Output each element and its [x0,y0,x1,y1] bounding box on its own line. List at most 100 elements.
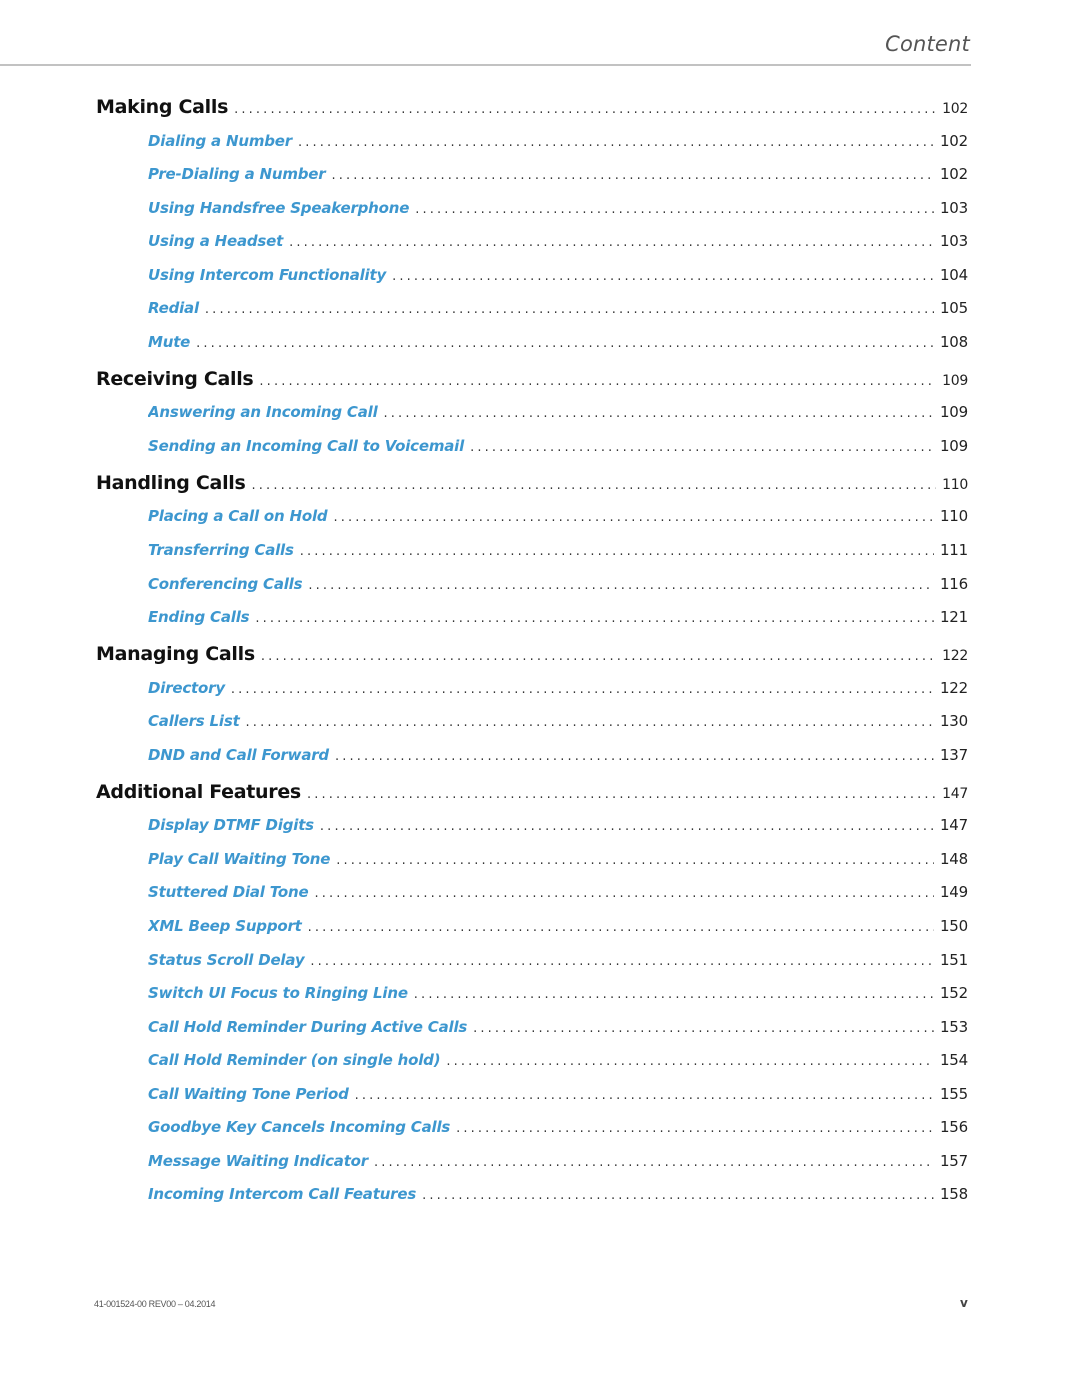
toc-page-number: 116 [939,575,968,593]
dot-leader [333,510,934,525]
toc-entry-label: Incoming Intercom Call Features [148,1185,417,1203]
toc-page-number: 104 [939,266,968,284]
toc-entry-label: Message Waiting Indicator [148,1152,368,1170]
toc-subsection-link[interactable]: XML Beep Support 150 [148,917,968,935]
toc-entry-label: Pre-Dialing a Number [148,165,326,183]
toc-entry-label: Using a Headset [148,232,284,250]
toc-subsection-link[interactable]: Call Hold Reminder During Active Calls 15… [148,1018,968,1036]
dot-leader [246,715,934,730]
dot-leader [300,544,934,559]
toc-page-number: 152 [939,984,968,1002]
toc-page-number: 110 [939,507,968,525]
toc-entry-label: Ending Calls [148,608,250,626]
toc-subsection-link[interactable]: Goodbye Key Cancels Incoming Calls 156 [148,1118,968,1136]
toc-section-entry[interactable]: Handling Calls 110 [96,472,968,494]
toc-subsection-link[interactable]: Call Hold Reminder (on single hold) 154 [148,1051,968,1069]
toc-subsection-link[interactable]: Stuttered Dial Tone 149 [148,883,968,901]
toc-page-number: 155 [939,1085,968,1103]
toc-page-number: 111 [939,541,968,559]
toc-page-number: 158 [939,1185,968,1203]
toc-subsection-link[interactable]: Directory 122 [148,679,968,697]
dot-leader [422,1188,934,1203]
toc-subsection-link[interactable]: Call Waiting Tone Period 155 [148,1085,968,1103]
toc-page-number: 110 [942,477,968,493]
toc-subsection-link[interactable]: Using Handsfree Speakerphone 103 [148,199,968,217]
toc-subsection-link[interactable]: Conferencing Calls 116 [148,575,968,593]
toc-page-number: 147 [939,816,968,834]
toc-page-number: 147 [942,786,968,802]
toc-subsection-link[interactable]: Mute 108 [148,333,968,351]
toc-entry-label: Directory [148,679,225,697]
toc-entry-label: Placing a Call on Hold [148,507,328,525]
toc-subsection-link[interactable]: Play Call Waiting Tone 148 [148,850,968,868]
toc-entry-label: Call Waiting Tone Period [148,1085,349,1103]
toc-subsection-link[interactable]: DND and Call Forward 137 [148,746,968,764]
toc-page-number: 154 [939,1051,968,1069]
toc-section-entry[interactable]: Additional Features 147 [96,781,968,803]
dot-leader [261,649,936,664]
page-header-title: Content [885,32,970,56]
dot-leader [234,102,936,117]
toc-subsection-link[interactable]: Sending an Incoming Call to Voicemail 109 [148,437,968,455]
toc-page-number: 153 [939,1018,968,1036]
toc-subsection-link[interactable]: Transferring Calls 111 [148,541,968,559]
dot-leader [310,954,934,969]
toc-subsection-link[interactable]: Placing a Call on Hold 110 [148,507,968,525]
toc-entry-label: Display DTMF Digits [148,816,314,834]
toc-page-number: 150 [939,917,968,935]
dot-leader [374,1155,934,1170]
toc-entry-label: Conferencing Calls [148,575,303,593]
toc-entry-label: Call Hold Reminder During Active Calls [148,1018,468,1036]
toc-page-number: 122 [939,679,968,697]
toc-entry-label: Callers List [148,712,240,730]
toc-page-number: 137 [939,746,968,764]
toc-page-number: 102 [942,101,968,117]
toc-entry-label: Using Intercom Functionality [148,266,387,284]
toc-page-number: 148 [939,850,968,868]
toc-subsection-link[interactable]: Using Intercom Functionality 104 [148,266,968,284]
toc-page-number: 103 [939,232,968,250]
dot-leader [336,853,934,868]
toc-section-entry[interactable]: Receiving Calls 109 [96,368,968,390]
toc-subsection-link[interactable]: Redial 105 [148,299,968,317]
dot-leader [320,819,934,834]
toc-entry-label: Answering an Incoming Call [148,403,378,421]
toc-subsection-link[interactable]: Display DTMF Digits 147 [148,816,968,834]
toc-page-number: 109 [939,437,968,455]
toc-entry-label: Call Hold Reminder (on single hold) [148,1051,441,1069]
dot-leader [289,235,934,250]
dot-leader [415,202,934,217]
toc-subsection-link[interactable]: Incoming Intercom Call Features 158 [148,1185,968,1203]
dot-leader [308,920,934,935]
dot-leader [205,302,934,317]
toc-subsection-link[interactable]: Callers List 130 [148,712,968,730]
toc-page-number: 122 [942,648,968,664]
dot-leader [298,135,934,150]
toc-subsection-link[interactable]: Answering an Incoming Call 109 [148,403,968,421]
toc-entry-label: Dialing a Number [148,132,292,150]
toc-subsection-link[interactable]: Ending Calls 121 [148,608,968,626]
toc-page-number: 102 [939,165,968,183]
toc-subsection-link[interactable]: Using a Headset 103 [148,232,968,250]
dot-leader [384,406,934,421]
toc-subsection-link[interactable]: Switch UI Focus to Ringing Line 152 [148,984,968,1002]
toc-page-number: 105 [939,299,968,317]
toc-subsection-link[interactable]: Status Scroll Delay 151 [148,951,968,969]
dot-leader [473,1021,934,1036]
toc-subsection-link[interactable]: Dialing a Number 102 [148,132,968,150]
dot-leader [331,168,933,183]
header-divider [0,64,971,66]
toc-page-number: 103 [939,199,968,217]
dot-leader [414,987,934,1002]
dot-leader [259,374,936,389]
toc-page-number: 156 [939,1118,968,1136]
toc-subsection-link[interactable]: Message Waiting Indicator 157 [148,1152,968,1170]
toc-entry-label: Using Handsfree Speakerphone [148,199,410,217]
toc-entry-label: Goodbye Key Cancels Incoming Calls [148,1118,451,1136]
toc-subsection-link[interactable]: Pre-Dialing a Number 102 [148,165,968,183]
toc-section-entry[interactable]: Managing Calls 122 [96,643,968,665]
toc-section-entry[interactable]: Making Calls 102 [96,96,968,118]
toc-entry-label: Mute [148,333,191,351]
toc-entry-label: Sending an Incoming Call to Voicemail [148,437,465,455]
toc-page-number: 121 [939,608,968,626]
